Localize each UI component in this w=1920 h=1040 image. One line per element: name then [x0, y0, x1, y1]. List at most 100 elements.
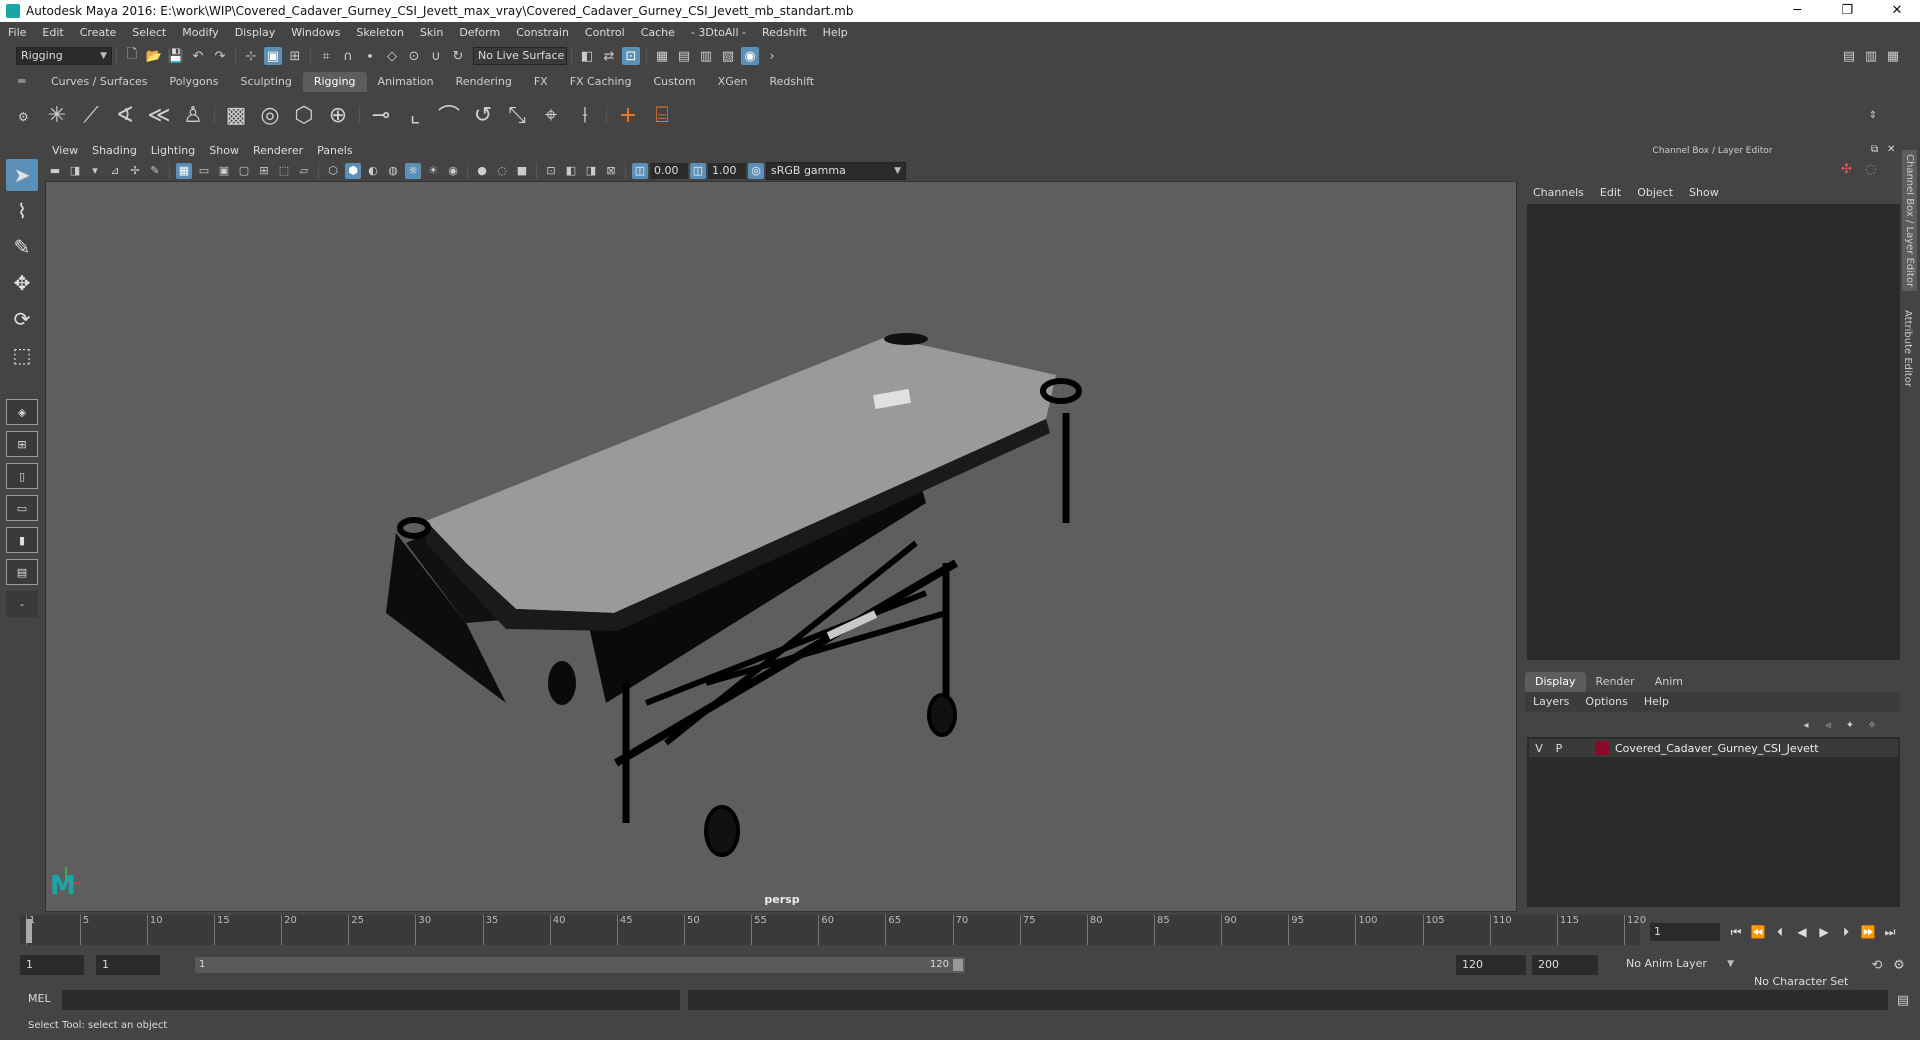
tab-display[interactable]: Display [1525, 672, 1586, 692]
speed-icon[interactable]: ◌ [1865, 162, 1876, 177]
xray-joints-icon[interactable]: ◨ [583, 163, 599, 179]
motion-blur-icon[interactable]: ● [474, 163, 490, 179]
shelf-tab-custom[interactable]: Custom [643, 72, 707, 92]
tab-render[interactable]: Render [1586, 672, 1645, 692]
locator-icon[interactable]: + [613, 100, 643, 130]
menu-cache[interactable]: Cache [633, 22, 683, 44]
menu-help[interactable]: Help [815, 22, 856, 44]
construction-history-icon[interactable]: ◧ [578, 47, 596, 65]
smooth-shade-icon[interactable]: ⬢ [345, 162, 361, 179]
minimize-button[interactable]: ─ [1774, 0, 1820, 22]
gamma-field[interactable]: 1.00 [708, 162, 746, 179]
menu-deform[interactable]: Deform [451, 22, 508, 44]
select-hierarchy-icon[interactable]: ⊹ [242, 47, 260, 65]
animation-end-field[interactable]: 200 [1532, 955, 1598, 975]
outliner-graph-layout-icon[interactable]: ▮ [6, 527, 38, 553]
layer-visibility-toggle[interactable]: V [1529, 742, 1549, 755]
gamma-icon[interactable]: ◫ [690, 162, 706, 179]
shelf-tab-xgen[interactable]: XGen [707, 72, 759, 92]
snap-curve-icon[interactable]: ∩ [339, 47, 357, 65]
move-layer-down-icon[interactable]: ◃ [1819, 716, 1837, 734]
new-scene-icon[interactable]: 🗋 [123, 47, 141, 65]
side-tab-attribute-editor[interactable]: Attribute Editor [1902, 310, 1913, 387]
play-forwards-icon[interactable]: ▶ [1813, 925, 1835, 939]
step-back-key-icon[interactable]: ⏪ [1747, 925, 1769, 939]
menu-constrain[interactable]: Constrain [508, 22, 577, 44]
toggle-channelbox-icon[interactable]: ▦ [1884, 47, 1902, 65]
layers-menu[interactable]: Layers [1525, 692, 1577, 712]
snap-grid-icon[interactable]: ⌗ [317, 47, 335, 65]
go-to-start-icon[interactable]: ⏮ [1725, 925, 1747, 940]
lattice-icon[interactable]: ⬡ [289, 100, 319, 130]
redo-icon[interactable]: ↷ [211, 47, 229, 65]
gate-mask-icon[interactable]: ▢ [236, 163, 252, 179]
lasso-tool-icon[interactable]: ⌇ [6, 195, 38, 227]
shelf-tab-rigging[interactable]: Rigging [302, 72, 367, 92]
hypershade-layout-icon[interactable]: ▤ [6, 559, 38, 585]
chevron-right-icon[interactable]: › [763, 47, 781, 65]
menu-skin[interactable]: Skin [412, 22, 451, 44]
ik-spline-icon[interactable]: ≪ [144, 100, 174, 130]
wireframe-on-shaded-icon[interactable]: ◐ [365, 163, 381, 179]
close-panel-icon[interactable]: ✕ [1887, 144, 1895, 155]
more-layouts-icon[interactable]: - [6, 591, 38, 617]
ipr-render-icon[interactable]: ▥ [697, 47, 715, 65]
smooth-bind-icon[interactable]: ◎ [255, 100, 285, 130]
two-d-pan-icon[interactable]: ✢ [127, 163, 143, 179]
image-plane-icon[interactable]: ⊿ [107, 163, 123, 179]
bookmark-icon[interactable]: ▾ [87, 163, 103, 179]
manipulator-icon[interactable]: ✣ [1841, 162, 1852, 177]
use-all-lights-icon[interactable]: ☼ [405, 162, 421, 179]
wireframe-icon[interactable]: ⬡ [325, 163, 341, 179]
go-to-end-icon[interactable]: ⏭ [1879, 925, 1901, 940]
range-slider[interactable]: 1 120 [195, 957, 965, 973]
tab-anim[interactable]: Anim [1645, 672, 1693, 692]
multisample-icon[interactable]: ◌ [494, 163, 510, 179]
live-surface-field[interactable]: No Live Surface [473, 47, 567, 65]
humanik-icon[interactable]: ♙ [178, 100, 208, 130]
set-driven-key-icon[interactable]: ⌸ [647, 100, 677, 130]
menu-set-dropdown[interactable]: Rigging ▼ [16, 47, 112, 65]
layer-name[interactable]: Covered_Cadaver_Gurney_CSI_Jevett [1615, 742, 1819, 755]
channel-list[interactable] [1527, 204, 1900, 660]
viewport-panel[interactable]: M persp [45, 142, 1517, 912]
viewport-menu-renderer[interactable]: Renderer [246, 142, 310, 160]
color-management-icon[interactable]: ◎ [748, 162, 764, 179]
depth-of-field-icon[interactable]: ■ [514, 163, 530, 179]
textured-icon[interactable]: ◍ [385, 163, 401, 179]
film-gate-icon[interactable]: ▭ [196, 163, 212, 179]
animation-preferences-icon[interactable]: ⚙ [1890, 956, 1908, 974]
side-tab-channel-box[interactable]: Channel Box / Layer Editor [1902, 150, 1917, 292]
menu-3dtoall[interactable]: - 3DtoAll - [683, 22, 754, 44]
help-menu[interactable]: Help [1636, 692, 1677, 712]
scale-constraint-icon[interactable]: ⤡ [502, 100, 532, 130]
undo-icon[interactable]: ↶ [189, 47, 207, 65]
snap-view-plane-icon[interactable]: ◇ [383, 47, 401, 65]
step-back-frame-icon[interactable]: ⏴ [1769, 925, 1791, 940]
show-menu[interactable]: Show [1681, 186, 1727, 199]
exposure-icon[interactable]: ◫ [632, 162, 648, 179]
safe-title-icon[interactable]: ▱ [296, 163, 312, 179]
render-view-icon[interactable]: ▦ [653, 47, 671, 65]
select-camera-icon[interactable]: ▬ [47, 163, 63, 179]
range-slider-end-handle[interactable] [953, 959, 963, 971]
move-layer-up-icon[interactable]: ◂ [1797, 716, 1815, 734]
step-forward-frame-icon[interactable]: ⏵ [1835, 925, 1857, 940]
viewport-menu-shading[interactable]: Shading [85, 142, 144, 160]
exposure-field[interactable]: 0.00 [650, 162, 688, 179]
xray-components-icon[interactable]: ⊠ [603, 163, 619, 179]
shelf-tab-rendering[interactable]: Rendering [445, 72, 523, 92]
aim-constraint-icon[interactable]: ⌖ [536, 100, 566, 130]
menu-file[interactable]: File [0, 22, 34, 44]
layer-playback-toggle[interactable]: P [1549, 742, 1569, 755]
restore-button[interactable]: ❐ [1824, 0, 1870, 22]
snap-together-icon[interactable]: ↻ [449, 47, 467, 65]
shelf-tab-polygons[interactable]: Polygons [159, 72, 230, 92]
shelf-settings-icon[interactable]: ⚙ [18, 110, 38, 124]
menu-control[interactable]: Control [577, 22, 633, 44]
menu-create[interactable]: Create [72, 22, 125, 44]
single-perspective-layout-icon[interactable]: ◈ [6, 399, 38, 425]
select-object-icon[interactable]: ▣ [264, 47, 282, 65]
step-forward-key-icon[interactable]: ⏩ [1857, 925, 1879, 939]
channels-menu[interactable]: Channels [1525, 186, 1592, 199]
